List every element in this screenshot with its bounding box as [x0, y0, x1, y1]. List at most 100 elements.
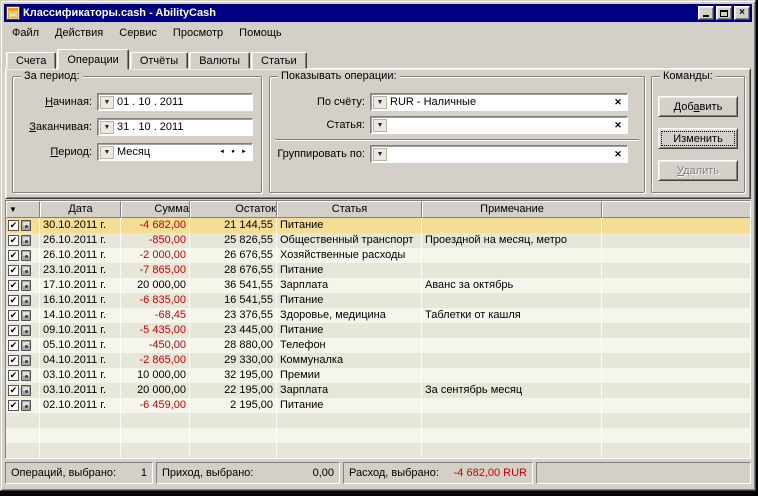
menu-service[interactable]: Сервис: [111, 25, 165, 41]
menu-view[interactable]: Просмотр: [165, 25, 231, 41]
row-checkbox[interactable]: ✔: [8, 400, 19, 411]
row-checkbox[interactable]: ✔: [8, 265, 19, 276]
table-row[interactable]: ✔ 09.10.2011 г. -5 435,00 23 445,00 Питание: [6, 323, 750, 338]
column-header-sum[interactable]: Сумма: [121, 201, 190, 218]
tab-reports[interactable]: Отчёты: [129, 52, 189, 69]
column-header-balance[interactable]: Остаток: [190, 201, 277, 218]
spin-left-icon[interactable]: ◄: [217, 146, 227, 158]
category-filter-field[interactable]: ▼ ✕: [370, 116, 628, 134]
row-checkbox[interactable]: ✔: [8, 280, 19, 291]
clear-icon[interactable]: ✕: [611, 120, 625, 131]
account-filter-field[interactable]: ▼ RUR - Наличные ✕: [370, 93, 628, 111]
dropdown-icon[interactable]: ▼: [100, 95, 114, 109]
row-checkbox[interactable]: ✔: [8, 250, 19, 261]
dropdown-icon[interactable]: ▼: [373, 95, 387, 109]
empty-cell: [277, 428, 422, 443]
table-row[interactable]: ✔ 26.10.2011 г. -2 000,00 26 676,55 Хозяйств…: [6, 248, 750, 263]
filter-group-title: Показывать операции:: [278, 70, 400, 82]
table-row[interactable]: ✔ 05.10.2011 г. -450,00 28 880,00 Телефон: [6, 338, 750, 353]
cell-category: Питание: [277, 293, 422, 308]
cell-date: 03.10.2011 г.: [40, 368, 121, 383]
group-by-field[interactable]: ▼ ✕: [370, 145, 628, 163]
row-checkbox[interactable]: ✔: [8, 220, 19, 231]
spin-right-icon[interactable]: ►: [239, 146, 249, 158]
dropdown-icon[interactable]: ▼: [373, 118, 387, 132]
cell-extra: [602, 353, 750, 368]
cell-date: 09.10.2011 г.: [40, 323, 121, 338]
cell-extra: [602, 338, 750, 353]
cell-extra: [602, 308, 750, 323]
table-row[interactable]: ✔ 30.10.2011 г. -4 682,00 21 144,55 Питание: [6, 218, 750, 233]
row-checkbox[interactable]: ✔: [8, 355, 19, 366]
cell-extra: [602, 383, 750, 398]
period-field[interactable]: ▼ Месяц ◄ ● ►: [97, 143, 253, 161]
cell-balance: 2 195,00: [190, 398, 277, 413]
column-header-category[interactable]: Статья: [277, 201, 422, 218]
empty-cell: [190, 443, 277, 458]
dropdown-icon[interactable]: ▼: [100, 145, 114, 159]
row-checkbox[interactable]: ✔: [8, 340, 19, 351]
table-row[interactable]: ✔ 26.10.2011 г. -850,00 25 826,55 Общественн…: [6, 233, 750, 248]
row-select-cell: ✔: [6, 278, 40, 293]
cell-category: Общественный транспорт: [277, 233, 422, 248]
cell-category: Питание: [277, 218, 422, 233]
tab-operations[interactable]: Операции: [57, 49, 129, 70]
table-row[interactable]: ✔ 02.10.2011 г. -6 459,00 2 195,00 Питание: [6, 398, 750, 413]
table-row[interactable]: ✔ 23.10.2011 г. -7 865,00 28 676,55 Питание: [6, 263, 750, 278]
dropdown-icon[interactable]: ▼: [373, 147, 387, 161]
table-row[interactable]: ✔ 16.10.2011 г. -6 835,00 16 541,55 Питание: [6, 293, 750, 308]
clear-icon[interactable]: ✕: [611, 149, 625, 160]
close-button[interactable]: ×: [734, 6, 750, 20]
cell-date: 02.10.2011 г.: [40, 398, 121, 413]
row-checkbox[interactable]: ✔: [8, 235, 19, 246]
menu-file[interactable]: Файл: [4, 25, 47, 41]
table-empty-row: [6, 413, 750, 428]
table-row[interactable]: ✔ 03.10.2011 г. 10 000,00 32 195,00 Премии: [6, 368, 750, 383]
table-row[interactable]: ✔ 03.10.2011 г. 20 000,00 22 195,00 Зарплата…: [6, 383, 750, 398]
clear-icon[interactable]: ✕: [611, 97, 625, 108]
empty-cell: [6, 428, 40, 443]
tab-categories[interactable]: Статьи: [251, 52, 307, 69]
cell-sum: -2 865,00: [121, 353, 190, 368]
empty-cell: [277, 443, 422, 458]
spin-dot-icon[interactable]: ●: [228, 146, 238, 158]
column-header-note[interactable]: Примечание: [422, 201, 602, 218]
column-header-date[interactable]: Дата: [40, 201, 121, 218]
end-date-value: 31 . 10 . 2011: [117, 121, 184, 133]
table-empty-row: [6, 443, 750, 458]
table-row[interactable]: ✔ 04.10.2011 г. -2 865,00 29 330,00 Коммунал…: [6, 353, 750, 368]
tab-accounts[interactable]: Счета: [6, 52, 57, 69]
cell-sum: -6 459,00: [121, 398, 190, 413]
row-checkbox[interactable]: ✔: [8, 295, 19, 306]
edit-button[interactable]: Изменить: [658, 128, 738, 149]
table-row[interactable]: ✔ 14.10.2011 г. -68,45 23 376,55 Здоровье, м…: [6, 308, 750, 323]
row-select-cell: ✔: [6, 338, 40, 353]
start-date-field[interactable]: ▼ 01 . 10 . 2011: [97, 93, 253, 111]
row-checkbox[interactable]: ✔: [8, 385, 19, 396]
commands-group: Команды: Добавить Изменить Удалить: [651, 70, 745, 193]
row-checkbox[interactable]: ✔: [8, 370, 19, 381]
title-bar: Классификаторы.cash - AbilityCash ×: [4, 4, 752, 22]
status-empty-panel: [536, 462, 751, 484]
cell-balance: 28 880,00: [190, 338, 277, 353]
menu-help[interactable]: Помощь: [231, 25, 290, 41]
cell-date: 17.10.2011 г.: [40, 278, 121, 293]
add-button[interactable]: Добавить: [658, 96, 738, 117]
minimize-button[interactable]: [698, 6, 714, 20]
row-checkbox[interactable]: ✔: [8, 310, 19, 321]
cell-sum: 20 000,00: [121, 278, 190, 293]
table-row[interactable]: ✔ 17.10.2011 г. 20 000,00 36 541,55 Зарплата…: [6, 278, 750, 293]
end-date-field[interactable]: ▼ 31 . 10 . 2011: [97, 118, 253, 136]
column-header-select[interactable]: ▼: [6, 201, 40, 218]
cell-date: 03.10.2011 г.: [40, 383, 121, 398]
cell-balance: 32 195,00: [190, 368, 277, 383]
lock-icon: [21, 250, 31, 261]
row-checkbox[interactable]: ✔: [8, 325, 19, 336]
maximize-button[interactable]: [716, 6, 732, 20]
cell-date: 04.10.2011 г.: [40, 353, 121, 368]
dropdown-icon[interactable]: ▼: [100, 120, 114, 134]
tab-currencies[interactable]: Валюты: [189, 52, 251, 69]
menu-actions[interactable]: Действия: [47, 25, 111, 41]
row-select-cell: ✔: [6, 398, 40, 413]
delete-button[interactable]: Удалить: [658, 160, 738, 181]
